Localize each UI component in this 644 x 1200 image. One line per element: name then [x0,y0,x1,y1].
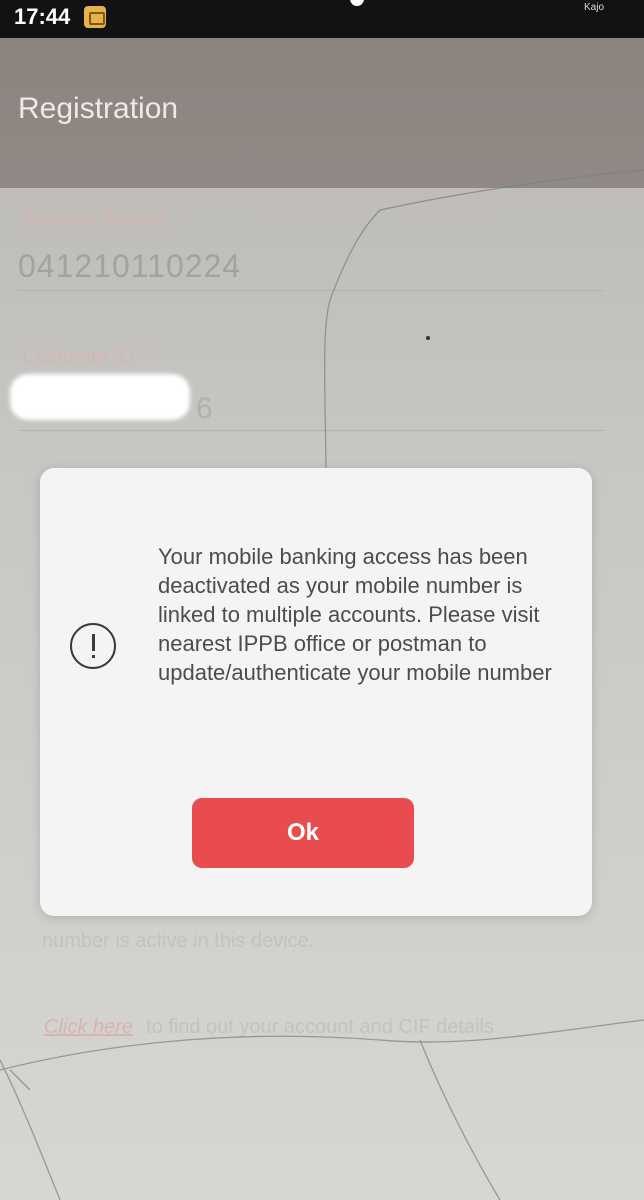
customer-id-label: Customer ID * [22,346,148,368]
account-number-label: Account Number * [22,208,185,230]
customer-id-underline [18,430,604,431]
customer-id-input[interactable]: 6 [196,392,213,426]
alert-dialog: Your mobile banking access has been deac… [40,468,592,916]
wifi-icon [350,0,364,6]
account-number-underline [18,290,604,291]
notification-icon [84,6,106,28]
find-details-text: to find out your account and CIF details [146,1016,494,1038]
dialog-message: Your mobile banking access has been deac… [158,544,552,685]
status-carrier: Kajo [583,2,604,13]
app-screen: 17:44 Kajo Registration Account Number *… [0,0,644,1200]
click-here-link[interactable]: Click here [44,1016,133,1038]
status-time: 17:44 [14,4,71,29]
alert-icon [70,623,116,669]
redaction-mark [10,374,190,420]
account-number-input[interactable]: 041210110224 [18,248,241,285]
ok-button[interactable]: Ok [192,798,414,868]
app-bar: Registration [0,38,644,188]
page-title: Registration [18,92,179,125]
status-bar: 17:44 Kajo [0,0,644,38]
find-details-row: Click here to find out your account and … [44,1016,494,1039]
instruction-text: number is active in this device. [42,930,315,952]
